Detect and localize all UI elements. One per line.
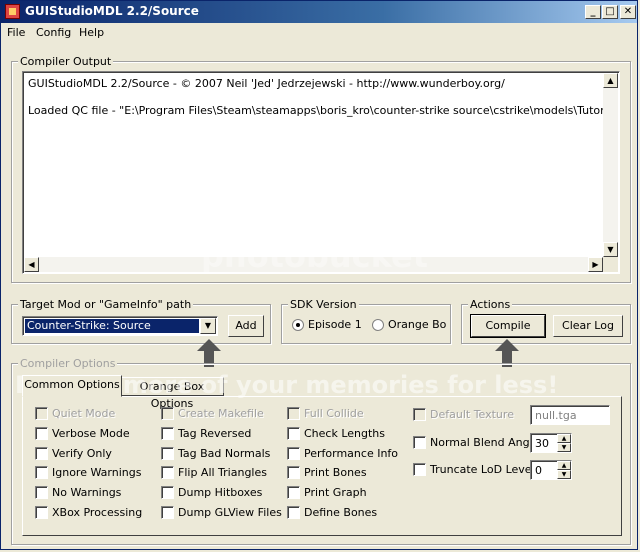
checkbox[interactable] — [35, 447, 48, 460]
checkbox[interactable] — [161, 447, 174, 460]
window-title: GUIStudioMDL 2.2/Source — [25, 4, 199, 18]
checkbox[interactable] — [413, 408, 426, 421]
menu-bar: File Config Help — [1, 23, 637, 43]
clear-log-button[interactable]: Clear Log — [553, 315, 623, 337]
checkbox[interactable] — [287, 447, 300, 460]
checkbox[interactable] — [287, 427, 300, 440]
close-button[interactable]: ✕ — [620, 5, 636, 19]
checkbox[interactable] — [35, 427, 48, 440]
radio-episode-1-label: Episode 1 — [308, 318, 362, 331]
checkbox[interactable] — [413, 463, 426, 476]
vertical-scrollbar[interactable]: ▲ ▼ — [603, 73, 618, 257]
sdk-version-label: SDK Version — [288, 298, 359, 311]
maximize-button[interactable]: □ — [602, 5, 618, 19]
spin-down-icon[interactable]: ▼ — [557, 470, 571, 479]
sdk-version-group: SDK Version Episode 1 Orange Box — [281, 298, 451, 344]
checkbox[interactable] — [413, 436, 426, 449]
target-mod-select[interactable]: Counter-Strike: Source ▼ — [22, 316, 218, 336]
spin-down-icon[interactable]: ▼ — [557, 443, 571, 452]
normal-blend-angle-stepper[interactable]: 30 ▲ ▼ — [530, 433, 572, 453]
log-line: GUIStudioMDL 2.2/Source - © 2007 Neil 'J… — [28, 77, 505, 90]
default-texture-input[interactable]: null.tga — [530, 405, 610, 425]
spin-up-icon[interactable]: ▲ — [557, 461, 571, 470]
checkbox[interactable] — [287, 506, 300, 519]
scroll-left-icon[interactable]: ◀ — [24, 257, 39, 272]
checkbox[interactable] — [161, 486, 174, 499]
compiler-output-log[interactable]: GUIStudioMDL 2.2/Source - © 2007 Neil 'J… — [22, 71, 620, 274]
tab-orange-box-options[interactable]: Orange Box Options — [120, 377, 224, 410]
menu-file[interactable]: File — [7, 26, 25, 39]
add-button[interactable]: Add — [228, 315, 264, 337]
radio-orange-box[interactable] — [372, 319, 384, 331]
radio-orange-box-label: Orange Box — [388, 318, 446, 331]
checkbox[interactable] — [161, 466, 174, 479]
checkbox[interactable] — [287, 466, 300, 479]
compiler-options-group: Compiler Options Common Options Orange B… — [11, 357, 631, 545]
compiler-options-label: Compiler Options — [18, 357, 118, 370]
main-window: GUIStudioMDL 2.2/Source _ □ ✕ File Confi… — [0, 0, 638, 550]
checkbox[interactable] — [287, 407, 300, 420]
scroll-down-icon[interactable]: ▼ — [603, 242, 618, 257]
checkbox[interactable] — [161, 506, 174, 519]
title-bar[interactable]: GUIStudioMDL 2.2/Source _ □ ✕ — [1, 1, 637, 23]
checkbox[interactable] — [161, 427, 174, 440]
tab-common-options[interactable]: Common Options — [22, 375, 122, 397]
target-mod-group: Target Mod or "GameInfo" path Counter-St… — [11, 298, 271, 344]
checkbox[interactable] — [35, 407, 48, 420]
truncate-lod-level-stepper[interactable]: 0 ▲ ▼ — [530, 460, 572, 480]
checkbox[interactable] — [161, 407, 174, 420]
checkbox[interactable] — [35, 466, 48, 479]
menu-config[interactable]: Config — [36, 26, 71, 39]
radio-episode-1[interactable] — [292, 319, 304, 331]
actions-group: Actions Compile Clear Log — [461, 298, 631, 344]
spin-up-icon[interactable]: ▲ — [557, 434, 571, 443]
log-line: Loaded QC file - "E:\Program Files\Steam… — [28, 104, 603, 117]
actions-label: Actions — [468, 298, 513, 311]
chevron-down-icon[interactable]: ▼ — [200, 318, 216, 334]
scroll-right-icon[interactable]: ▶ — [588, 257, 603, 272]
checkbox[interactable] — [35, 486, 48, 499]
target-mod-value: Counter-Strike: Source — [25, 319, 199, 333]
target-mod-label: Target Mod or "GameInfo" path — [18, 298, 194, 311]
compiler-output-label: Compiler Output — [18, 55, 114, 68]
compile-button[interactable]: Compile — [470, 314, 546, 338]
app-icon — [5, 4, 20, 19]
checkbox[interactable] — [287, 486, 300, 499]
compiler-output-group: Compiler Output GUIStudioMDL 2.2/Source … — [11, 55, 631, 283]
size-grip — [603, 257, 618, 272]
menu-help[interactable]: Help — [79, 26, 104, 39]
horizontal-scrollbar[interactable]: ◀ ▶ — [24, 257, 603, 272]
tab-page: Quiet Mode Verbose Mode Verify Only Igno… — [22, 396, 622, 536]
minimize-button[interactable]: _ — [585, 5, 601, 19]
checkbox[interactable] — [35, 506, 48, 519]
scroll-up-icon[interactable]: ▲ — [603, 73, 618, 88]
